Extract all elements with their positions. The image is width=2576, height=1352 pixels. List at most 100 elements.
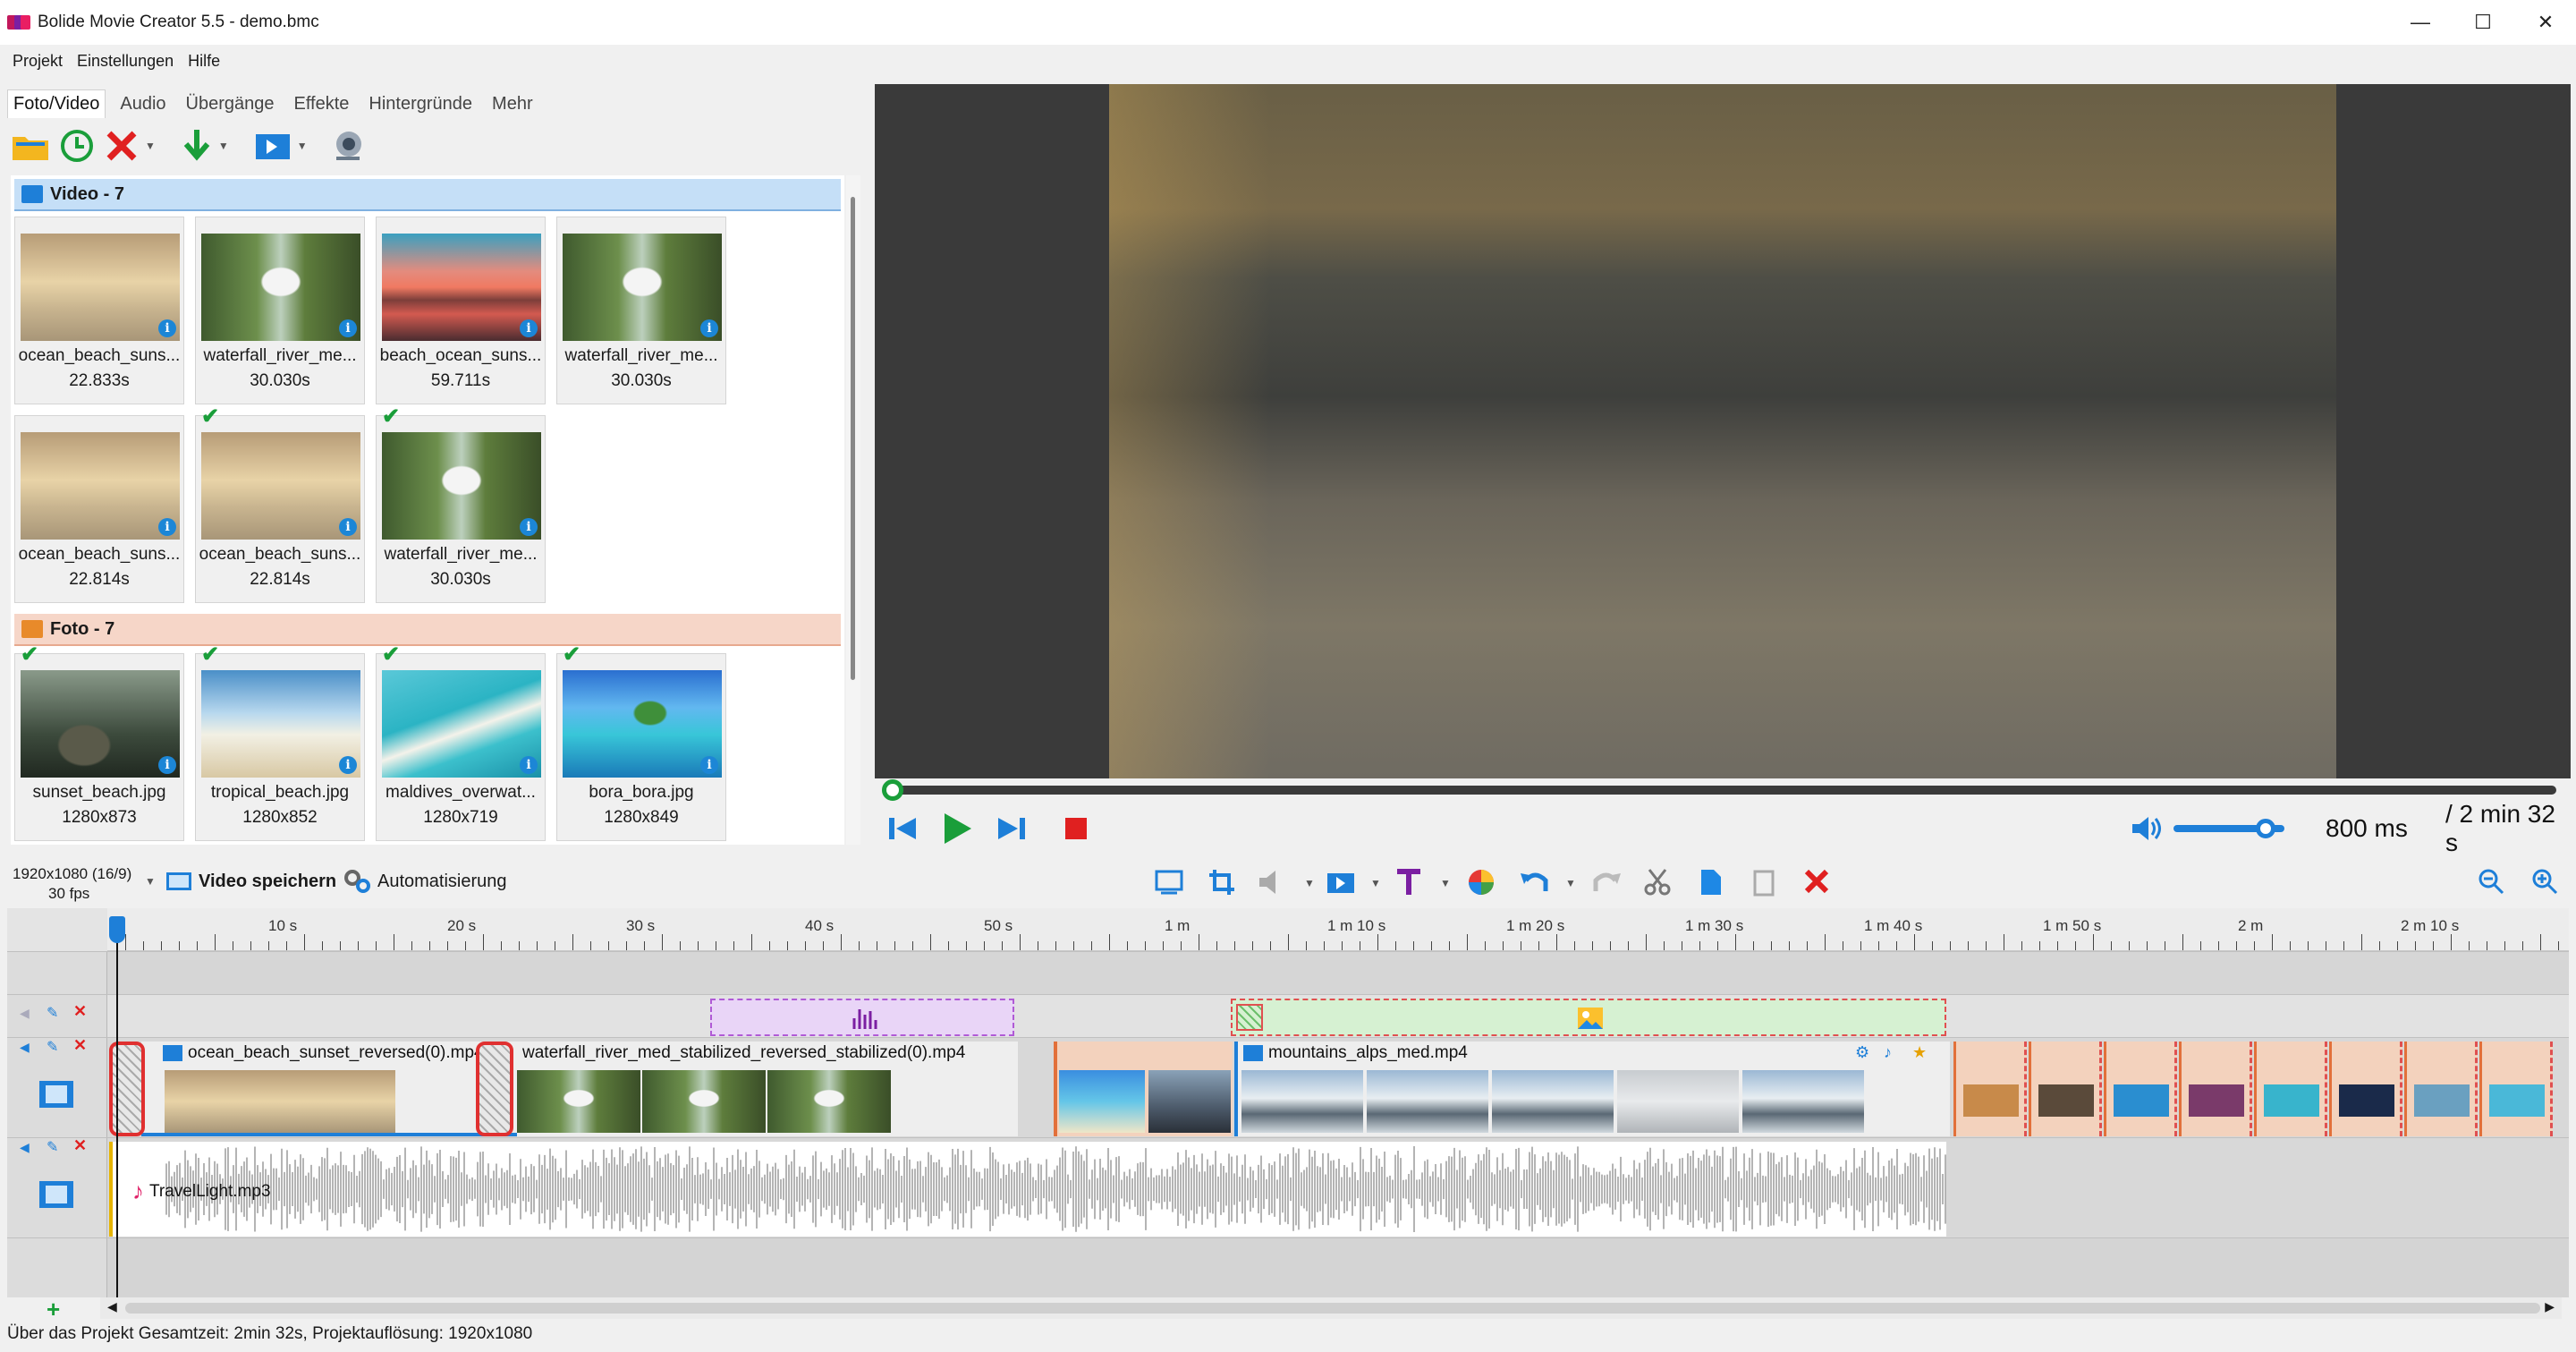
tab-foto-video[interactable]: Foto/Video	[7, 89, 106, 118]
audio-track[interactable]: ◀ ✎ ✕ ♪ TravelLight.mp3	[7, 1136, 2569, 1237]
scroll-right-icon[interactable]: ▶	[2545, 1299, 2555, 1314]
color-wheel-icon[interactable]	[1467, 868, 1496, 897]
media-tile[interactable]: i ✔ bora_bora.jpg 1280x849	[556, 642, 726, 841]
video-clip[interactable]: mountains_alps_med.mp4 ⚙ ♪ ★	[1234, 1042, 1950, 1136]
media-tile[interactable]: i ✔ waterfall_river_me... 30.030s	[376, 404, 546, 603]
video-clip[interactable]: waterfall_river_med_stabilized_reversed_…	[517, 1042, 1018, 1136]
seek-bar[interactable]	[882, 779, 2556, 801]
photo-group-header[interactable]: Foto - 7	[14, 614, 841, 646]
info-icon[interactable]: i	[158, 756, 176, 774]
photo-clip[interactable]	[2479, 1042, 2553, 1136]
tab-mehr[interactable]: Mehr	[487, 90, 538, 118]
import-button[interactable]: ▼	[181, 128, 229, 164]
project-format[interactable]: 1920x1080 (16/9) 30 fps	[13, 864, 131, 904]
media-tile[interactable]: i ✔ ocean_beach_suns... 22.814s	[195, 404, 365, 603]
paste-icon[interactable]	[1698, 868, 1723, 897]
track-arrow-icon[interactable]: ◀	[20, 1140, 30, 1155]
close-window-button[interactable]: ✕	[2510, 0, 2576, 45]
media-tile[interactable]: i beach_ocean_suns... 59.711s	[376, 217, 546, 404]
volume-knob[interactable]	[2256, 819, 2275, 838]
clip-volume-icon[interactable]: ♪	[1884, 1043, 1892, 1062]
save-video-button[interactable]: Video speichern	[165, 869, 336, 894]
recent-button[interactable]	[59, 128, 95, 164]
media-tile[interactable]: i ✔ tropical_beach.jpg 1280x852	[195, 642, 365, 841]
step-forward-button[interactable]	[995, 814, 1027, 843]
transition-marker[interactable]	[109, 1042, 145, 1136]
playhead-handle[interactable]	[109, 916, 125, 943]
add-track-icon[interactable]: +	[47, 1296, 60, 1323]
track-arrow-icon[interactable]: ◀	[20, 1040, 30, 1055]
redo-icon[interactable]	[1592, 868, 1623, 897]
menu-hilfe[interactable]: Hilfe	[188, 52, 220, 71]
track-delete-icon[interactable]: ✕	[73, 1036, 87, 1055]
minimize-button[interactable]: —	[2385, 0, 2456, 45]
media-tile[interactable]: i waterfall_river_me... 30.030s	[556, 217, 726, 404]
media-tile[interactable]: i ✔ sunset_beach.jpg 1280x873	[14, 642, 184, 841]
timeline[interactable]: 10 s 20 s 30 s 40 s 50 s 1 m 1 m 10 s 1 …	[7, 908, 2569, 1297]
mute-dropdown-icon[interactable]: ▼	[1304, 877, 1315, 889]
photo-clip[interactable]	[2329, 1042, 2402, 1136]
seek-knob[interactable]	[882, 779, 903, 801]
transition-marker[interactable]	[476, 1042, 513, 1136]
photo-clip[interactable]	[2404, 1042, 2478, 1136]
time-ruler[interactable]: 10 s 20 s 30 s 40 s 50 s 1 m 1 m 10 s 1 …	[7, 908, 2569, 951]
effects-track[interactable]: ◀ ✎ ✕	[7, 994, 2569, 1037]
tab-uebergaenge[interactable]: Übergänge	[181, 90, 280, 118]
hscroll-thumb[interactable]	[125, 1303, 2540, 1314]
media-scrollbar[interactable]	[846, 175, 860, 845]
step-back-button[interactable]	[887, 814, 919, 843]
photo-clip[interactable]	[2254, 1042, 2327, 1136]
info-icon[interactable]: i	[158, 319, 176, 337]
track-edit-icon[interactable]: ✎	[47, 1038, 58, 1056]
photo-clip[interactable]	[2179, 1042, 2252, 1136]
crop-icon[interactable]	[1208, 868, 1238, 897]
volume-icon[interactable]	[2131, 814, 2163, 843]
empty-track[interactable]	[7, 1237, 2569, 1297]
info-icon[interactable]: i	[339, 518, 357, 536]
tab-audio[interactable]: Audio	[114, 90, 171, 118]
background-effect-clip[interactable]	[1231, 999, 1946, 1036]
media-tile[interactable]: i ✔ maldives_overwat... 1280x719	[376, 642, 546, 841]
clip-settings-icon[interactable]: ⚙	[1855, 1043, 1869, 1062]
info-icon[interactable]: i	[700, 756, 718, 774]
info-icon[interactable]: i	[700, 319, 718, 337]
delete-clip-icon[interactable]	[1803, 868, 1830, 895]
menu-einstellungen[interactable]: Einstellungen	[77, 52, 174, 71]
track-delete-icon[interactable]: ✕	[73, 1136, 87, 1155]
clip-star-icon[interactable]: ★	[1912, 1043, 1927, 1062]
menu-projekt[interactable]: Projekt	[13, 52, 63, 71]
tab-hintergruende[interactable]: Hintergründe	[363, 90, 478, 118]
media-tile[interactable]: i ocean_beach_suns... 22.814s	[14, 415, 184, 603]
zoom-out-icon[interactable]	[2478, 868, 2506, 897]
tab-effekte[interactable]: Effekte	[289, 90, 355, 118]
video-preview[interactable]	[875, 84, 2571, 778]
audio-clip[interactable]: ♪ TravelLight.mp3	[109, 1142, 1946, 1237]
track-edit-icon[interactable]: ✎	[47, 1004, 58, 1022]
text-dropdown-icon[interactable]: ▼	[1440, 877, 1451, 889]
info-icon[interactable]: i	[520, 756, 538, 774]
track-edit-icon[interactable]: ✎	[47, 1138, 58, 1156]
photo-clip[interactable]	[2029, 1042, 2102, 1136]
photo-clip[interactable]	[1953, 1042, 2027, 1136]
video-track[interactable]: ◀ ✎ ✕ ocean_beach_sunset_reversed(0).mp4…	[7, 1036, 2569, 1137]
volume-slider[interactable]	[2174, 819, 2284, 838]
undo-dropdown-icon[interactable]: ▼	[1565, 877, 1576, 889]
info-icon[interactable]: i	[339, 756, 357, 774]
copy-icon[interactable]	[1751, 868, 1776, 897]
scroll-left-icon[interactable]: ◀	[107, 1299, 117, 1314]
video-clip[interactable]: ocean_beach_sunset_reversed(0).mp4	[141, 1042, 526, 1136]
text-icon[interactable]	[1395, 868, 1422, 897]
info-icon[interactable]: i	[158, 518, 176, 536]
info-icon[interactable]: i	[339, 319, 357, 337]
info-icon[interactable]: i	[520, 319, 538, 337]
crop-fit-icon[interactable]	[1154, 868, 1184, 897]
scissors-icon[interactable]	[1644, 868, 1671, 897]
track-delete-icon[interactable]: ✕	[73, 1002, 87, 1021]
undo-icon[interactable]	[1519, 868, 1549, 897]
video-group-header[interactable]: Video - 7	[14, 179, 841, 211]
track-arrow-icon[interactable]: ◀	[20, 1006, 30, 1021]
photo-clip[interactable]	[2104, 1042, 2177, 1136]
photo-clip[interactable]	[1054, 1042, 1233, 1136]
timeline-hscrollbar[interactable]: ◀ ▶	[100, 1297, 2562, 1319]
media-tile[interactable]: i ocean_beach_suns... 22.833s	[14, 217, 184, 404]
